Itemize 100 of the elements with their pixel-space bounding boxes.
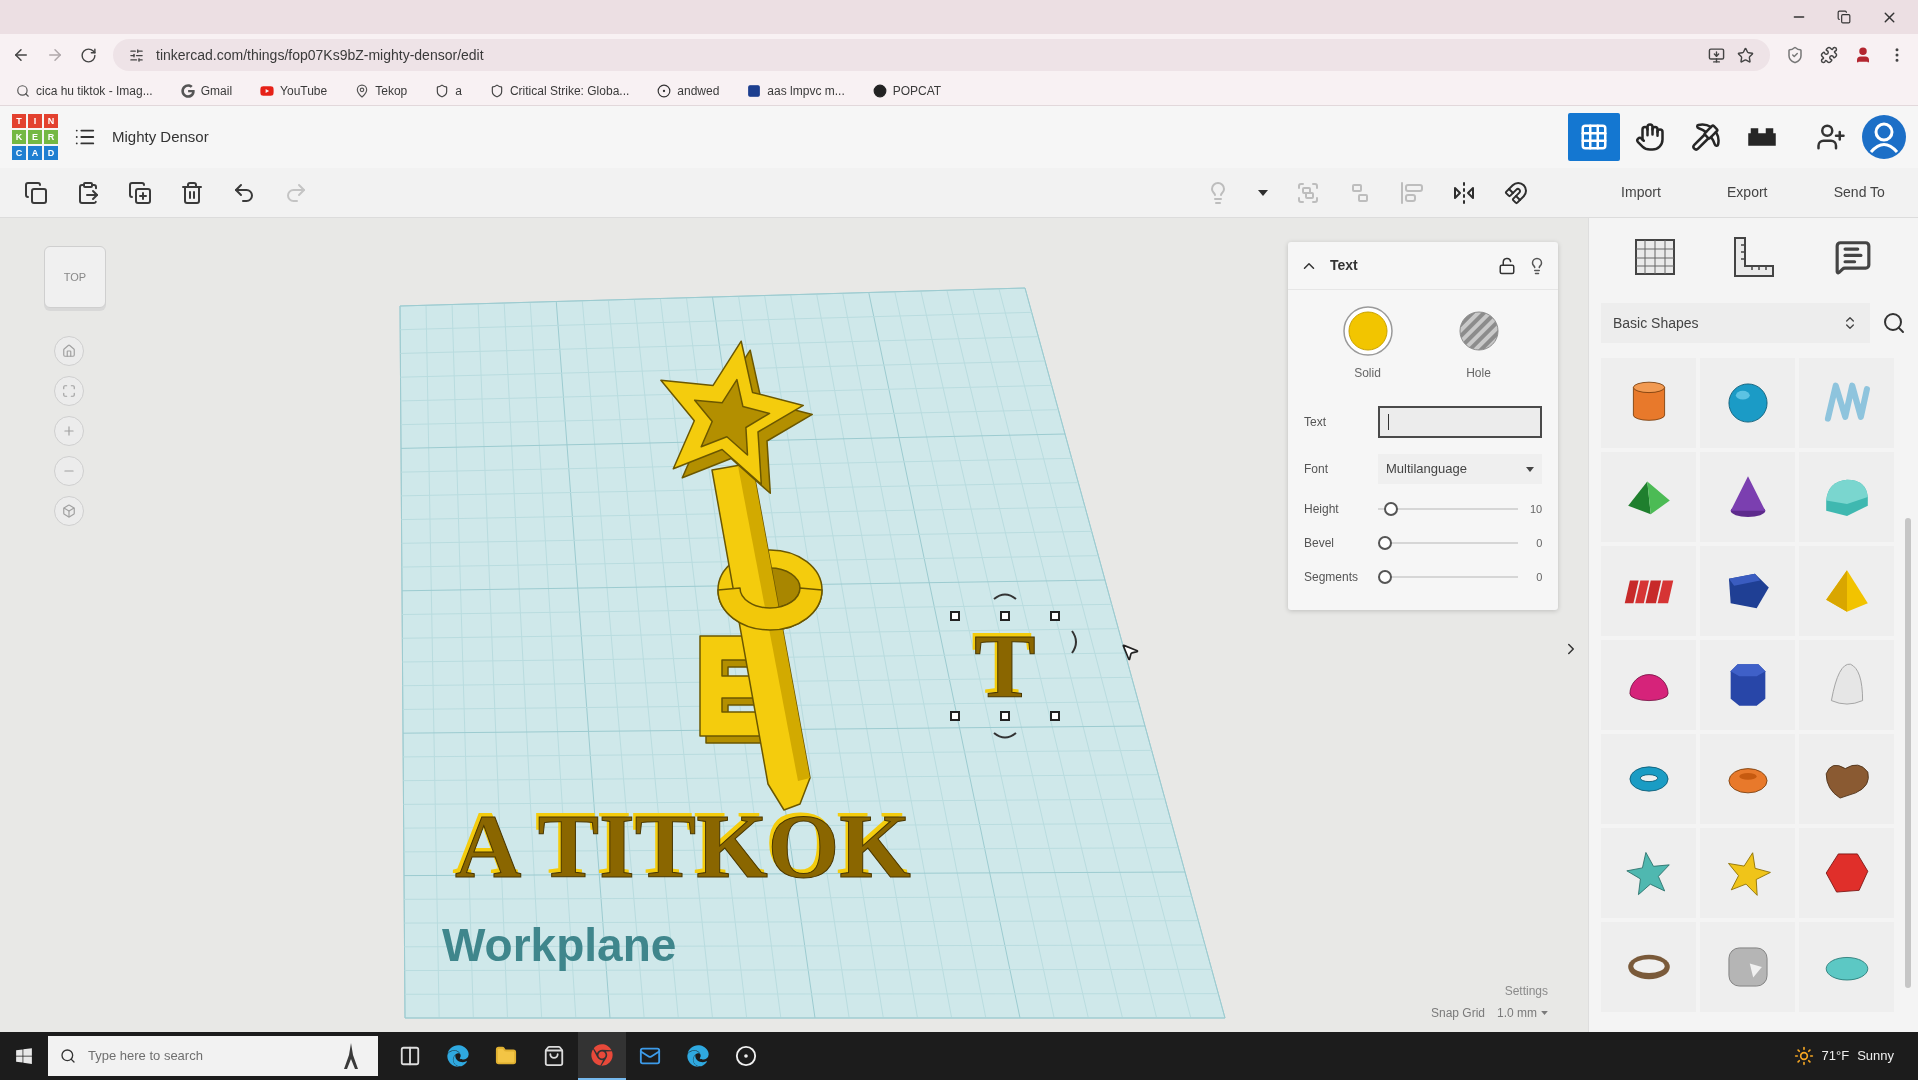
weather-widget[interactable]: 71°F Sunny	[1793, 1046, 1918, 1066]
avatar-icon[interactable]	[1862, 115, 1906, 159]
slider-value: 10	[1530, 501, 1543, 517]
bookmark[interactable]: andwed	[653, 78, 724, 103]
bookmark[interactable]: cica hu tiktok - Imag...	[12, 78, 157, 103]
logo-tile: E	[28, 130, 42, 144]
trash-icon[interactable]	[180, 180, 204, 205]
shape-tile[interactable]	[1799, 734, 1894, 824]
shape-tile[interactable]	[1799, 546, 1894, 636]
resize-handle[interactable]	[1000, 611, 1010, 621]
resize-handle[interactable]	[1050, 611, 1060, 621]
square-icon	[747, 83, 762, 98]
shape-tile[interactable]	[1700, 734, 1795, 824]
browser-icon	[687, 1045, 709, 1067]
shape-tile[interactable]	[1799, 452, 1894, 542]
logo-tile: I	[28, 114, 42, 128]
puzzle-icon[interactable]	[1820, 46, 1838, 64]
copy-plus-icon[interactable]	[128, 180, 152, 205]
shape-tile[interactable]	[1601, 358, 1696, 448]
ruler-icon[interactable]	[1734, 237, 1775, 277]
logo-tile: K	[12, 130, 26, 144]
magnet-icon[interactable]	[1504, 180, 1528, 205]
slider-thumb[interactable]	[1384, 502, 1399, 516]
bookmark[interactable]: Tekop	[351, 78, 412, 103]
inspector-title: Text	[1330, 256, 1358, 275]
field-label: Font	[1304, 461, 1329, 478]
bookmark[interactable]: POPCAT	[868, 78, 946, 103]
columns-icon	[399, 1045, 421, 1067]
taskbar-app[interactable]	[578, 1032, 626, 1080]
shape-tile[interactable]	[1700, 640, 1795, 730]
shape-tile[interactable]	[1601, 828, 1696, 918]
shape-tile[interactable]	[1601, 546, 1696, 636]
sliders-icon[interactable]	[129, 47, 144, 63]
mirror-icon[interactable]	[1452, 180, 1476, 205]
shape-tile[interactable]	[1799, 828, 1894, 918]
selected-text-object[interactable]: T	[974, 620, 1036, 712]
shape-tile[interactable]	[1799, 640, 1894, 730]
bookmark[interactable]: Critical Strike: Globa...	[485, 78, 634, 103]
restore-icon[interactable]	[1837, 10, 1851, 24]
bookmark[interactable]: YouTube	[256, 78, 332, 103]
grid-icon	[1579, 122, 1609, 152]
shield-icon[interactable]	[1786, 46, 1804, 64]
shape-tile[interactable]	[1700, 452, 1795, 542]
shape-tile[interactable]	[1601, 452, 1696, 542]
shape-tile[interactable]	[1601, 922, 1696, 1012]
bookmark[interactable]: aas lmpvc m...	[743, 78, 849, 103]
star-icon[interactable]	[1737, 46, 1754, 64]
shield-icon	[489, 83, 504, 98]
resize-handle[interactable]	[1050, 711, 1060, 721]
logo-tile: T	[12, 114, 26, 128]
corners-icon	[62, 384, 76, 398]
slider-thumb[interactable]	[1378, 570, 1392, 584]
search-field[interactable]: Type here to search	[48, 1036, 378, 1076]
clipboard-icon[interactable]	[76, 180, 100, 205]
monitor-download-icon[interactable]	[1708, 46, 1725, 64]
toolbar-action[interactable]: Export	[1727, 182, 1768, 203]
project-name[interactable]: Mighty Densor	[112, 125, 209, 149]
reload-icon[interactable]	[80, 46, 97, 64]
fill-option[interactable]: Hole	[1453, 306, 1504, 382]
folder-icon	[495, 1045, 517, 1067]
profile-icon[interactable]	[1854, 46, 1872, 64]
resize-handle[interactable]	[1000, 711, 1010, 721]
shape-tile[interactable]	[1601, 640, 1696, 730]
toolbar-action[interactable]: Import	[1621, 182, 1661, 203]
fill-option[interactable]: Solid	[1342, 306, 1393, 382]
play-icon	[260, 83, 275, 98]
logo-tile: C	[12, 146, 26, 160]
grid-panel-icon[interactable]	[1634, 239, 1675, 275]
shape-tile[interactable]	[1799, 922, 1894, 1012]
shape-tile[interactable]	[1700, 922, 1795, 1012]
font-dropdown[interactable]: Multilanguage	[1378, 454, 1543, 484]
copy-icon[interactable]	[24, 180, 48, 205]
browser-icon	[591, 1044, 613, 1066]
resize-handle[interactable]	[950, 711, 960, 721]
bookmark[interactable]: a	[431, 78, 466, 103]
add-user-icon[interactable]	[1816, 122, 1846, 152]
mail-icon	[639, 1045, 661, 1067]
bookmark[interactable]: Gmail	[176, 78, 237, 103]
logo-tile: N	[44, 114, 58, 128]
caret-icon[interactable]	[1258, 189, 1268, 196]
panes-icon[interactable]	[15, 1047, 33, 1065]
toolbar-action[interactable]: Send To	[1833, 182, 1885, 203]
plus-icon	[62, 424, 76, 438]
shape-tile[interactable]	[1700, 828, 1795, 918]
shape-tile[interactable]	[1601, 734, 1696, 824]
field-label: Height	[1304, 501, 1340, 518]
snap-grid-dropdown[interactable]: 1.0 mm	[1497, 1004, 1548, 1022]
category-select[interactable]: Basic Shapes	[1601, 303, 1870, 343]
shape-tile[interactable]	[1799, 358, 1894, 448]
url-field[interactable]: tinkercad.com/things/fop07Ks9bZ-mighty-densor/edit	[156, 44, 1696, 66]
resize-handle[interactable]	[950, 611, 960, 621]
search-icon[interactable]	[1882, 311, 1906, 335]
cursor-icon	[1120, 642, 1140, 662]
shape-tile[interactable]	[1700, 546, 1795, 636]
notes-icon[interactable]	[1834, 238, 1873, 276]
shape-tile[interactable]	[1700, 358, 1795, 448]
unlock-icon[interactable]	[1498, 256, 1516, 275]
slider-thumb[interactable]	[1378, 536, 1392, 550]
back-icon[interactable]	[12, 46, 30, 64]
text-input[interactable]	[1378, 406, 1543, 438]
